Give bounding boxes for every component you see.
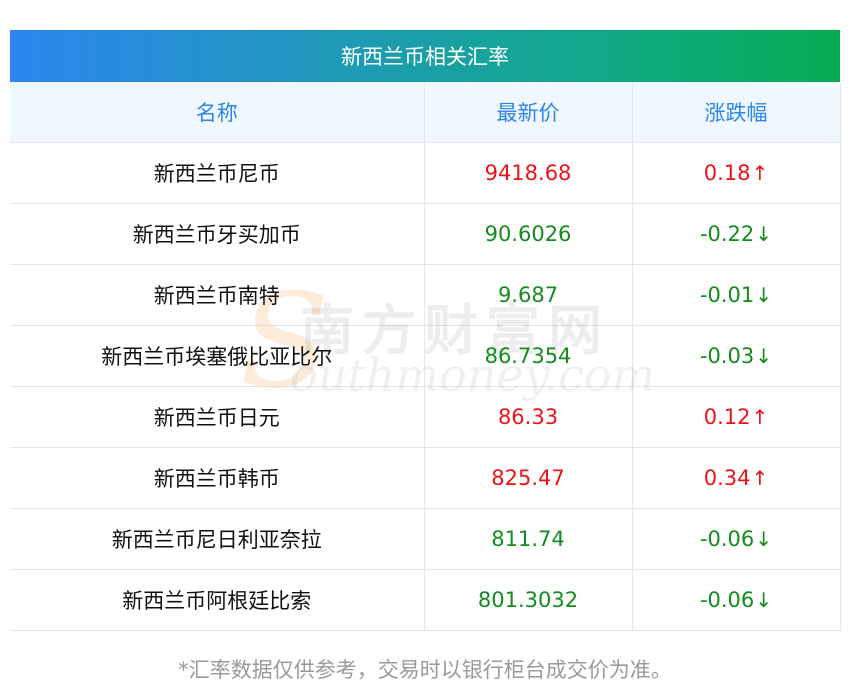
arrow-up-icon: ↑ [751, 405, 769, 429]
currency-pair-name[interactable]: 新西兰币埃塞俄比亚比尔 [10, 325, 425, 387]
arrow-down-icon: ↓ [755, 527, 773, 551]
change-percent: 0.34↑ [632, 447, 841, 509]
column-header-price: 最新价 [424, 82, 633, 143]
latest-price: 9.687 [424, 264, 633, 326]
change-value: -0.22 [699, 222, 755, 246]
change-value: -0.01 [699, 283, 755, 307]
table-row: 新西兰币尼币 9418.68 0.18↑ [10, 142, 841, 204]
arrow-down-icon: ↓ [755, 588, 773, 612]
currency-pair-name[interactable]: 新西兰币日元 [10, 386, 425, 448]
table-row: 新西兰币牙买加币 90.6026 -0.22↓ [10, 203, 841, 265]
latest-price: 86.33 [424, 386, 633, 448]
latest-price: 90.6026 [424, 203, 633, 265]
currency-pair-name[interactable]: 新西兰币尼日利亚奈拉 [10, 508, 425, 570]
table-row: 新西兰币尼日利亚奈拉 811.74 -0.06↓ [10, 508, 841, 570]
table-row: 新西兰币韩币 825.47 0.34↑ [10, 447, 841, 509]
table-row: 新西兰币埃塞俄比亚比尔 86.7354 -0.03↓ [10, 325, 841, 387]
currency-pair-name[interactable]: 新西兰币尼币 [10, 142, 425, 204]
currency-pair-name[interactable]: 新西兰币阿根廷比索 [10, 569, 425, 631]
arrow-up-icon: ↑ [751, 466, 769, 490]
arrow-up-icon: ↑ [751, 161, 769, 185]
change-value: -0.06 [699, 588, 755, 612]
currency-pair-name[interactable]: 新西兰币韩币 [10, 447, 425, 509]
change-value: 0.18 [703, 161, 751, 185]
change-value: -0.06 [699, 527, 755, 551]
change-percent: 0.12↑ [632, 386, 841, 448]
change-percent: -0.01↓ [632, 264, 841, 326]
column-header-change: 涨跌幅 [632, 82, 841, 143]
latest-price: 801.3032 [424, 569, 633, 631]
latest-price: 811.74 [424, 508, 633, 570]
change-value: 0.34 [703, 466, 751, 490]
arrow-down-icon: ↓ [755, 222, 773, 246]
change-percent: -0.03↓ [632, 325, 841, 387]
change-percent: -0.06↓ [632, 508, 841, 570]
latest-price: 86.7354 [424, 325, 633, 387]
rates-panel: 新西兰币相关汇率 名称 最新价 涨跌幅 新西兰币尼币 9418.68 0.18↑ 新西… [10, 30, 841, 631]
column-header-name: 名称 [10, 82, 425, 143]
change-percent: 0.18↑ [632, 142, 841, 204]
arrow-down-icon: ↓ [755, 283, 773, 307]
change-percent: -0.22↓ [632, 203, 841, 265]
arrow-down-icon: ↓ [755, 344, 773, 368]
rates-table: 名称 最新价 涨跌幅 新西兰币尼币 9418.68 0.18↑ 新西兰币牙买加币 90.… [10, 82, 841, 631]
footnote: *汇率数据仅供参考，交易时以银行柜台成交价为准。 [178, 658, 672, 682]
table-header-row: 名称 最新价 涨跌幅 [10, 82, 841, 143]
currency-pair-name[interactable]: 新西兰币牙买加币 [10, 203, 425, 265]
change-percent: -0.06↓ [632, 569, 841, 631]
change-value: -0.03 [699, 344, 755, 368]
banner-title: 新西兰币相关汇率 [10, 30, 840, 82]
change-value: 0.12 [703, 405, 751, 429]
currency-pair-name[interactable]: 新西兰币南特 [10, 264, 425, 326]
latest-price: 825.47 [424, 447, 633, 509]
table-row: 新西兰币日元 86.33 0.12↑ [10, 386, 841, 448]
table-row: 新西兰币阿根廷比索 801.3032 -0.06↓ [10, 569, 841, 631]
table-row: 新西兰币南特 9.687 -0.01↓ [10, 264, 841, 326]
latest-price: 9418.68 [424, 142, 633, 204]
